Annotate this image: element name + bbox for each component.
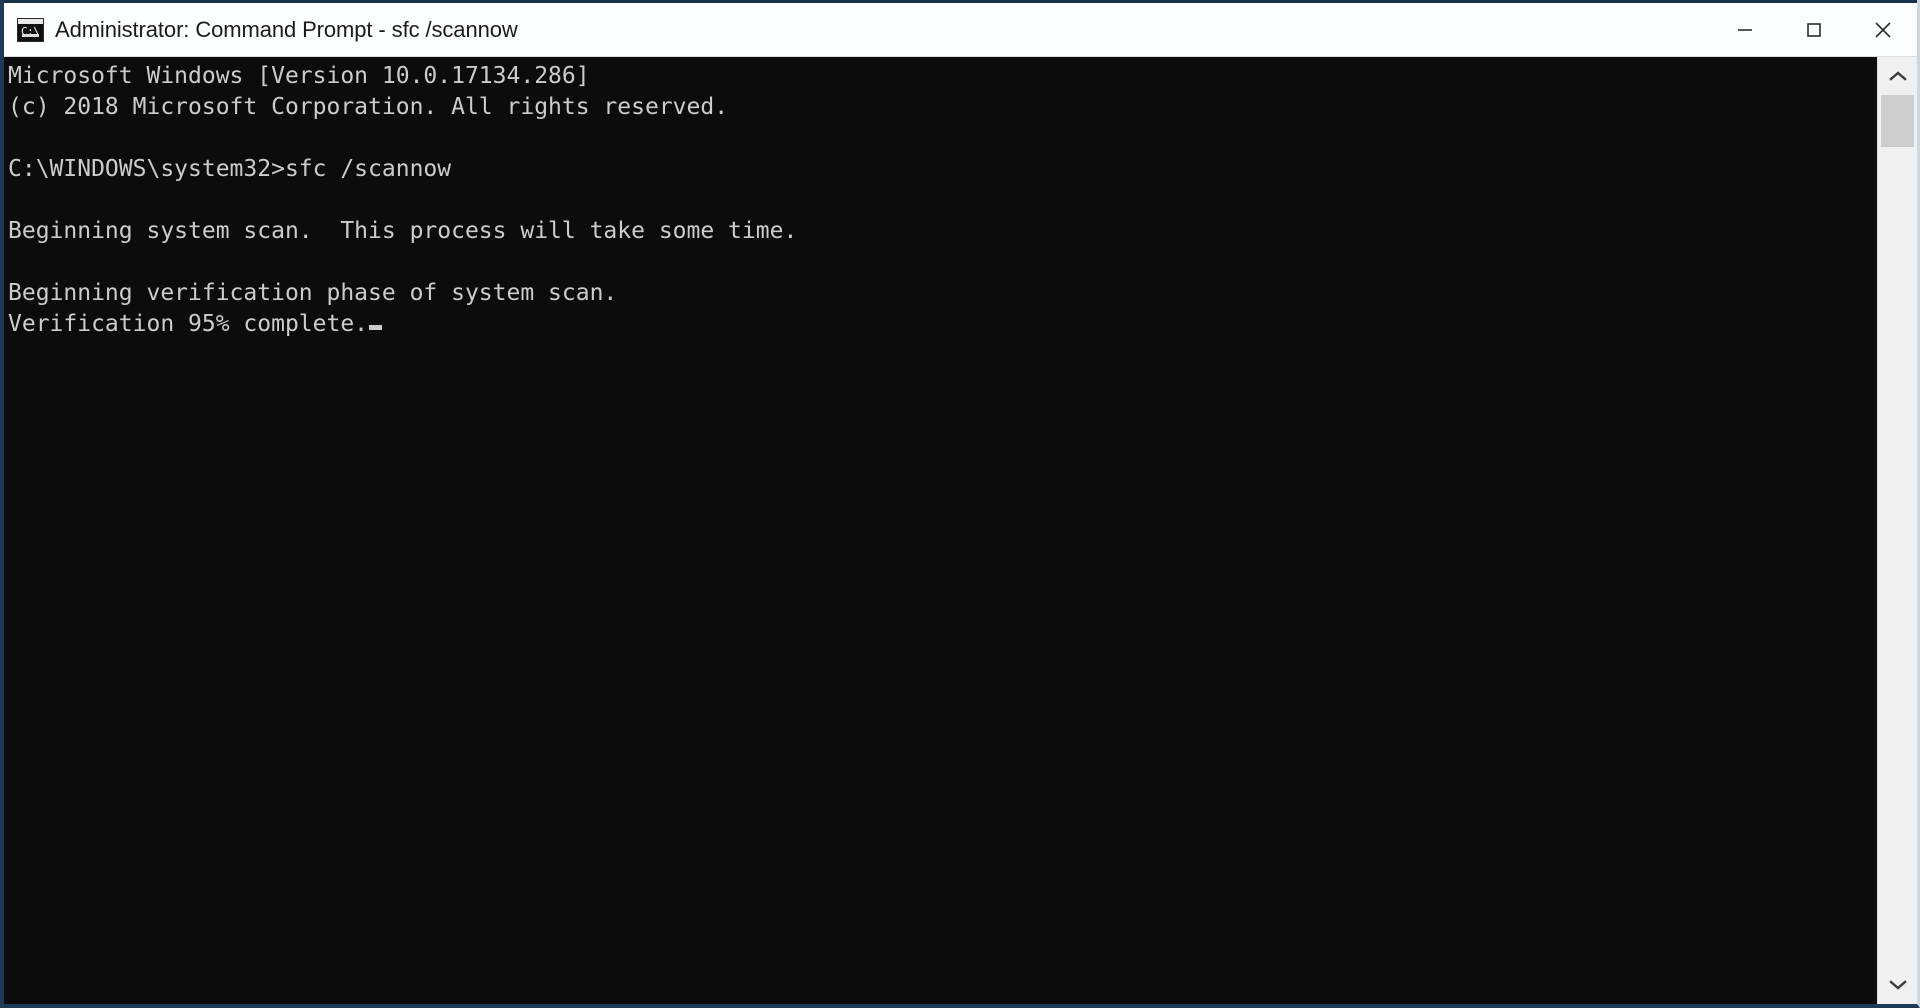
chevron-down-icon bbox=[1888, 980, 1907, 990]
window-body: Microsoft Windows [Version 10.0.17134.28… bbox=[4, 57, 1917, 1004]
console-line: C:\WINDOWS\system32>sfc /scannow bbox=[8, 154, 1877, 185]
window-controls bbox=[1710, 3, 1917, 57]
scrollbar-down-button[interactable] bbox=[1878, 966, 1917, 1004]
console-line: Verification 95% complete. bbox=[8, 309, 1877, 340]
command-prompt-window: C:\ Administrator: Command Prompt - sfc … bbox=[0, 0, 1920, 1008]
console-line-text: C:\WINDOWS\system32>sfc /scannow bbox=[8, 156, 452, 182]
maximize-icon bbox=[1806, 23, 1821, 37]
console-window-icon: C:\ bbox=[17, 18, 44, 42]
console-line: Microsoft Windows [Version 10.0.17134.28… bbox=[8, 61, 1877, 92]
minimize-icon bbox=[1737, 29, 1752, 31]
console-icon-caption-strip bbox=[18, 19, 43, 24]
console-icon-underline bbox=[22, 34, 39, 37]
window-title: Administrator: Command Prompt - sfc /sca… bbox=[55, 17, 518, 42]
close-icon bbox=[1874, 22, 1891, 38]
scrollbar-up-button[interactable] bbox=[1878, 57, 1917, 95]
console-line-text: Beginning system scan. This process will… bbox=[8, 218, 798, 244]
console-output-area[interactable]: Microsoft Windows [Version 10.0.17134.28… bbox=[4, 57, 1877, 1004]
console-line-text: Beginning verification phase of system s… bbox=[8, 280, 618, 306]
console-line-text: Microsoft Windows [Version 10.0.17134.28… bbox=[8, 63, 590, 89]
text-cursor bbox=[369, 325, 383, 330]
maximize-button[interactable] bbox=[1779, 3, 1848, 57]
scrollbar-thumb[interactable] bbox=[1881, 95, 1914, 147]
console-scrollbar[interactable] bbox=[1877, 57, 1917, 1004]
scrollbar-track[interactable] bbox=[1878, 95, 1917, 966]
console-line-text: Verification 95% complete. bbox=[8, 311, 369, 337]
console-line: (c) 2018 Microsoft Corporation. All righ… bbox=[8, 92, 1877, 123]
chevron-up-icon bbox=[1888, 71, 1907, 81]
window-titlebar[interactable]: C:\ Administrator: Command Prompt - sfc … bbox=[4, 0, 1917, 57]
console-line: Beginning verification phase of system s… bbox=[8, 278, 1877, 309]
minimize-button[interactable] bbox=[1710, 3, 1779, 57]
console-line: Beginning system scan. This process will… bbox=[8, 216, 1877, 247]
console-line-text: (c) 2018 Microsoft Corporation. All righ… bbox=[8, 94, 729, 120]
titlebar-left-group: C:\ Administrator: Command Prompt - sfc … bbox=[4, 17, 1710, 43]
close-button[interactable] bbox=[1848, 3, 1917, 57]
